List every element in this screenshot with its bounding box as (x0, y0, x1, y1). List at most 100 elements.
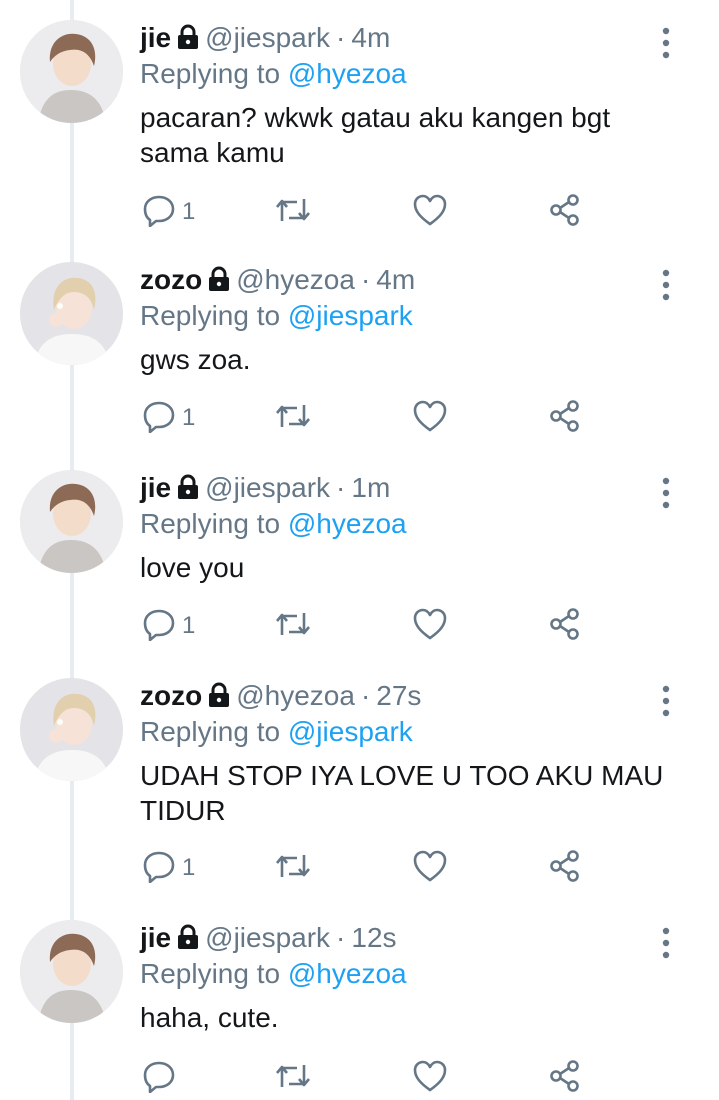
reply-button[interactable] (142, 1058, 182, 1098)
share-icon (548, 193, 582, 232)
avatar[interactable] (20, 470, 123, 573)
retweet-button[interactable] (274, 1058, 312, 1098)
user-handle[interactable]: @jiespark (205, 22, 330, 53)
tweet-actions: 1 (140, 606, 620, 646)
mention-link[interactable]: @jiespark (288, 716, 413, 747)
lock-icon (175, 23, 201, 59)
retweet-button[interactable] (274, 398, 312, 438)
reply-count: 1 (182, 854, 196, 881)
avatar-jie-image (20, 20, 123, 123)
like-button[interactable] (412, 848, 448, 888)
like-button[interactable] (412, 1058, 448, 1098)
share-icon (548, 849, 582, 888)
user-handle[interactable]: @jiespark (205, 922, 330, 953)
display-name[interactable]: zozo (140, 680, 202, 711)
like-button[interactable] (412, 606, 448, 646)
reply-button[interactable]: 1 (142, 606, 195, 646)
tweet-text: pacaran? wkwk gatau aku kangen bgt sama … (140, 102, 611, 168)
retweet-icon (274, 1059, 312, 1098)
avatar[interactable] (20, 20, 123, 123)
lock-icon (206, 681, 232, 717)
mention-link[interactable]: @hyezoa (288, 958, 407, 989)
reply-count: 1 (182, 612, 196, 639)
reply-button[interactable]: 1 (142, 848, 195, 888)
replying-to: Replying to @hyezoa (140, 956, 407, 992)
avatar[interactable] (20, 920, 123, 1023)
mention-link[interactable]: @hyezoa (288, 58, 407, 89)
reply-count: 1 (182, 198, 196, 225)
separator: · (336, 922, 346, 953)
heart-icon (412, 607, 448, 646)
separator: · (336, 22, 346, 53)
more-vertical-icon[interactable] (654, 26, 678, 60)
reply-count: 1 (182, 404, 196, 431)
share-button[interactable] (548, 398, 582, 438)
share-icon (548, 607, 582, 646)
avatar[interactable] (20, 678, 123, 781)
share-button[interactable] (548, 606, 582, 646)
tweet-text: gws zoa. (140, 344, 251, 375)
more-vertical-icon[interactable] (654, 684, 678, 718)
more-vertical-icon[interactable] (654, 476, 678, 510)
tweet-header: zozo @hyezoa · 4m (140, 262, 415, 298)
reply-button[interactable]: 1 (142, 398, 195, 438)
avatar-jie-image (20, 920, 123, 1023)
user-handle[interactable]: @hyezoa (236, 264, 355, 295)
tweet-text: love you (140, 552, 245, 583)
retweet-button[interactable] (274, 606, 312, 646)
reply-button[interactable]: 1 (142, 192, 195, 232)
replying-to: Replying to @jiespark (140, 298, 413, 334)
avatar[interactable] (20, 262, 123, 365)
more-vertical-icon[interactable] (654, 268, 678, 302)
user-handle[interactable]: @hyezoa (236, 680, 355, 711)
timestamp[interactable]: 4m (376, 264, 415, 295)
share-button[interactable] (548, 848, 582, 888)
retweet-icon (274, 399, 312, 438)
timestamp[interactable]: 1m (351, 472, 390, 503)
separator: · (360, 264, 371, 295)
display-name[interactable]: zozo (140, 264, 202, 295)
lock-icon (206, 265, 232, 301)
retweet-button[interactable] (274, 848, 312, 888)
mention-link[interactable]: @hyezoa (288, 508, 407, 539)
lock-icon (175, 473, 201, 509)
like-button[interactable] (412, 192, 448, 232)
timestamp[interactable]: 4m (351, 22, 390, 53)
tweet-header: zozo @hyezoa · 27s (140, 678, 421, 714)
replying-to-label: Replying to (140, 58, 281, 89)
display-name[interactable]: jie (140, 472, 171, 503)
separator: · (336, 472, 346, 503)
heart-icon (412, 399, 448, 438)
user-handle[interactable]: @jiespark (205, 472, 330, 503)
replying-to: Replying to @hyezoa (140, 506, 407, 542)
reply-icon (142, 1059, 176, 1098)
mention-link[interactable]: @jiespark (288, 300, 413, 331)
reply-icon (142, 607, 176, 646)
retweet-button[interactable] (274, 192, 312, 232)
avatar-jie-image (20, 470, 123, 573)
display-name[interactable]: jie (140, 922, 171, 953)
reply-icon (142, 849, 176, 888)
tweet-text: UDAH STOP IYA LOVE U TOO AKU MAU TIDUR (140, 760, 664, 826)
heart-icon (412, 1059, 448, 1098)
tweet-actions: 1 (140, 848, 620, 888)
replying-to: Replying to @hyezoa (140, 56, 407, 92)
display-name[interactable]: jie (140, 22, 171, 53)
more-vertical-icon[interactable] (654, 926, 678, 960)
timestamp[interactable]: 27s (376, 680, 421, 711)
like-button[interactable] (412, 398, 448, 438)
separator: · (360, 680, 371, 711)
retweet-icon (274, 607, 312, 646)
timestamp[interactable]: 12s (351, 922, 396, 953)
lock-icon (175, 923, 201, 959)
replying-to-label: Replying to (140, 508, 281, 539)
reply-icon (142, 193, 176, 232)
share-button[interactable] (548, 192, 582, 232)
replying-to-label: Replying to (140, 300, 281, 331)
tweet-header: jie @jiespark · 4m (140, 20, 390, 56)
heart-icon (412, 193, 448, 232)
retweet-icon (274, 849, 312, 888)
share-button[interactable] (548, 1058, 582, 1098)
tweet-actions: 1 (140, 192, 620, 232)
share-icon (548, 1059, 582, 1098)
